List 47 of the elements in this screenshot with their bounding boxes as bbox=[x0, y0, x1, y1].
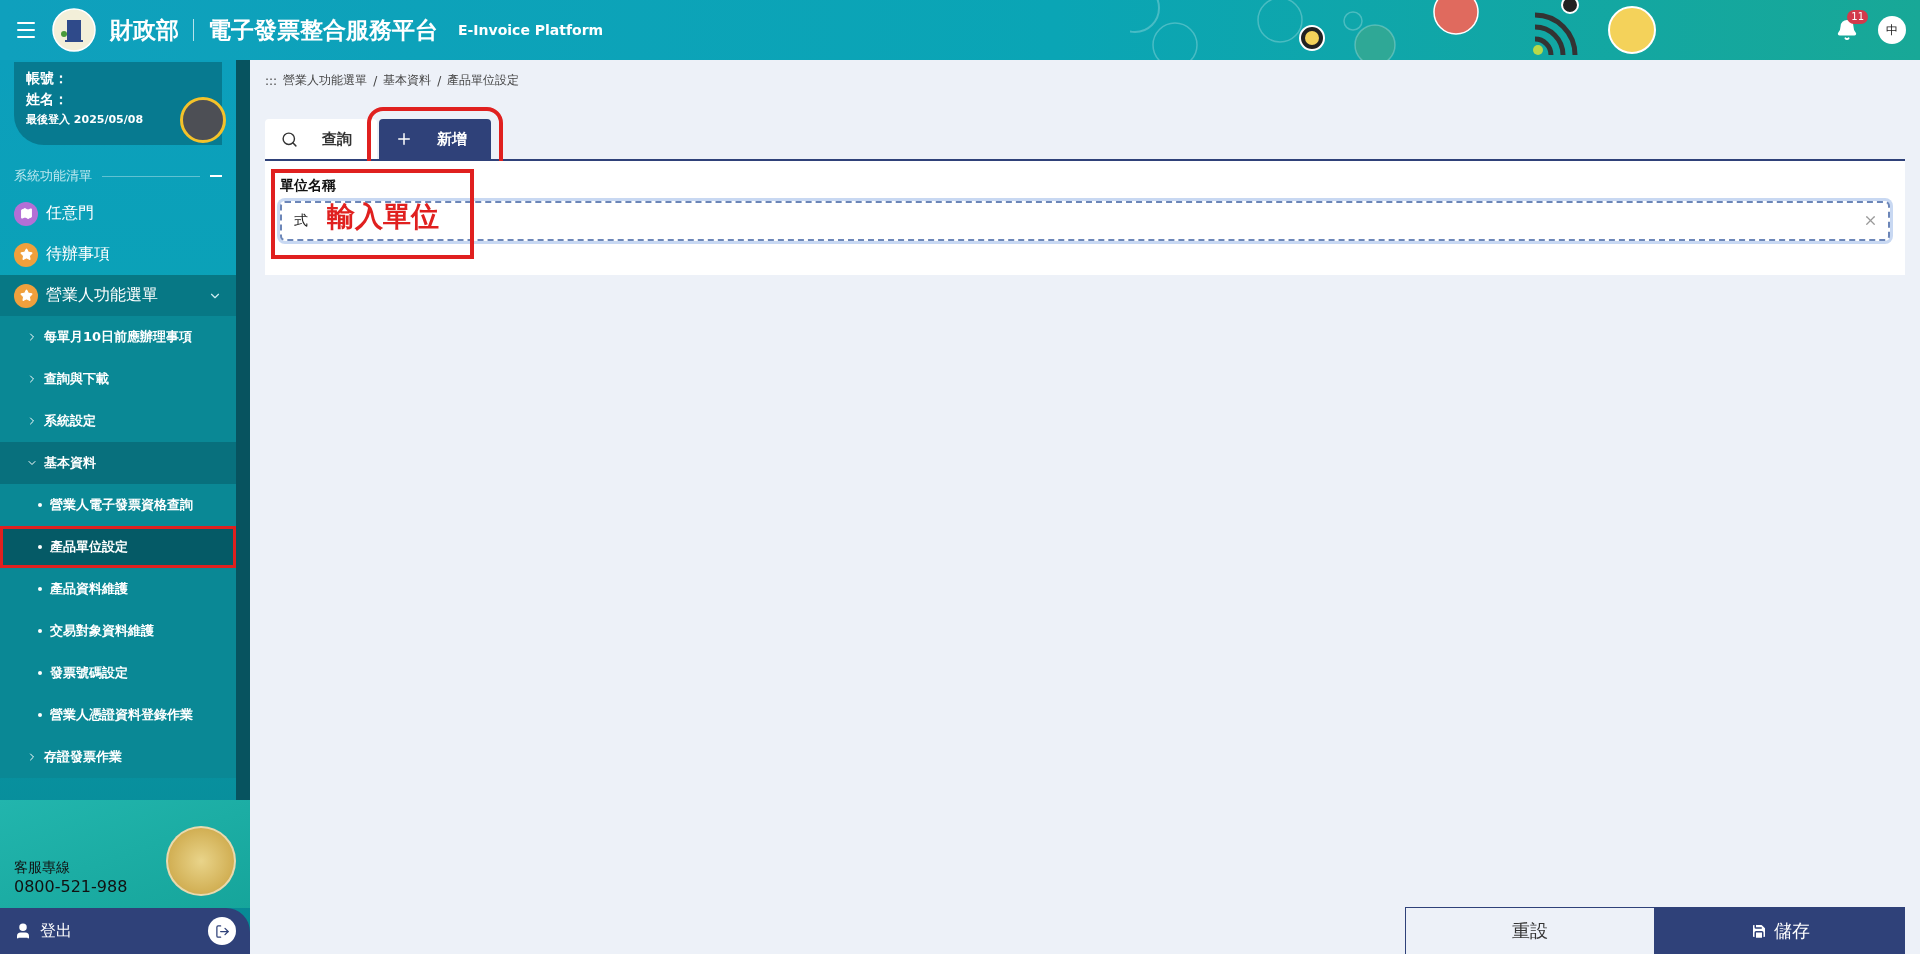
support-label: 客服專線 bbox=[14, 859, 71, 877]
ministry-name: 財政部 bbox=[110, 15, 179, 45]
menu-item[interactable]: 任意門 bbox=[0, 193, 236, 234]
save-button[interactable]: 儲存 bbox=[1655, 907, 1905, 954]
breadcrumb-separator: / bbox=[373, 73, 378, 88]
reset-button[interactable]: 重設 bbox=[1405, 907, 1655, 954]
language-button[interactable]: 中 bbox=[1878, 16, 1906, 44]
submenu-item[interactable]: 每單月10日前應辦理事項 bbox=[0, 316, 236, 358]
support-phone: 0800-521-988 bbox=[14, 877, 128, 896]
submenu-link[interactable]: 營業人電子發票資格查詢 bbox=[0, 484, 236, 526]
notification-badge: 11 bbox=[1847, 10, 1868, 24]
tab[interactable]: 新增 bbox=[379, 119, 491, 159]
annotation-text: 輸入單位 bbox=[327, 202, 439, 233]
submenu-link[interactable]: 產品資料維護 bbox=[0, 568, 236, 610]
notification-bell-icon[interactable] bbox=[1836, 19, 1858, 41]
account-label: 帳號： bbox=[26, 70, 69, 88]
logout-icon bbox=[208, 917, 236, 945]
breadcrumb-link[interactable]: 營業人功能選單 bbox=[283, 72, 368, 89]
clear-icon[interactable] bbox=[1863, 213, 1878, 228]
plus-icon bbox=[395, 130, 413, 148]
breadcrumb-link[interactable]: 產品單位設定 bbox=[447, 72, 520, 89]
submenu-item[interactable]: 系統設定 bbox=[0, 400, 236, 442]
submenu-link[interactable]: 交易對象資料維護 bbox=[0, 610, 236, 652]
menu-item[interactable]: 待辦事項 bbox=[0, 234, 236, 275]
platform-subtitle: E-Invoice Platform bbox=[458, 22, 604, 38]
submenu-link[interactable]: 營業人憑證資料登錄作業 bbox=[0, 694, 236, 736]
field-label: 單位名稱 bbox=[280, 177, 337, 195]
submenu-link[interactable]: 產品單位設定 bbox=[0, 526, 236, 568]
submenu-link[interactable]: 發票號碼設定 bbox=[0, 652, 236, 694]
breadcrumb-separator: / bbox=[437, 73, 442, 88]
save-icon bbox=[1750, 922, 1768, 940]
menu-item[interactable]: 營業人功能選單 bbox=[0, 275, 236, 316]
ministry-logo-icon bbox=[52, 8, 96, 52]
breadcrumb-marker: ::: bbox=[265, 73, 278, 88]
tab[interactable]: 查詢 bbox=[265, 119, 377, 159]
user-icon bbox=[14, 922, 32, 940]
section-title: 系統功能清單 bbox=[14, 167, 92, 185]
breadcrumb-link[interactable]: 基本資料 bbox=[383, 72, 432, 89]
submenu-item[interactable]: 查詢與下載 bbox=[0, 358, 236, 400]
search-icon bbox=[281, 130, 298, 148]
mascot-placeholder bbox=[180, 97, 226, 143]
submenu-item[interactable]: 基本資料 bbox=[0, 442, 236, 484]
submenu-item[interactable]: 存證發票作業 bbox=[0, 736, 236, 778]
logout-button[interactable]: 登出 bbox=[0, 908, 250, 954]
last-login-text: 最後登入 2025/05/08 bbox=[26, 112, 145, 127]
name-label: 姓名： bbox=[26, 91, 69, 109]
platform-title: 電子發票整合服務平台 bbox=[208, 15, 438, 45]
